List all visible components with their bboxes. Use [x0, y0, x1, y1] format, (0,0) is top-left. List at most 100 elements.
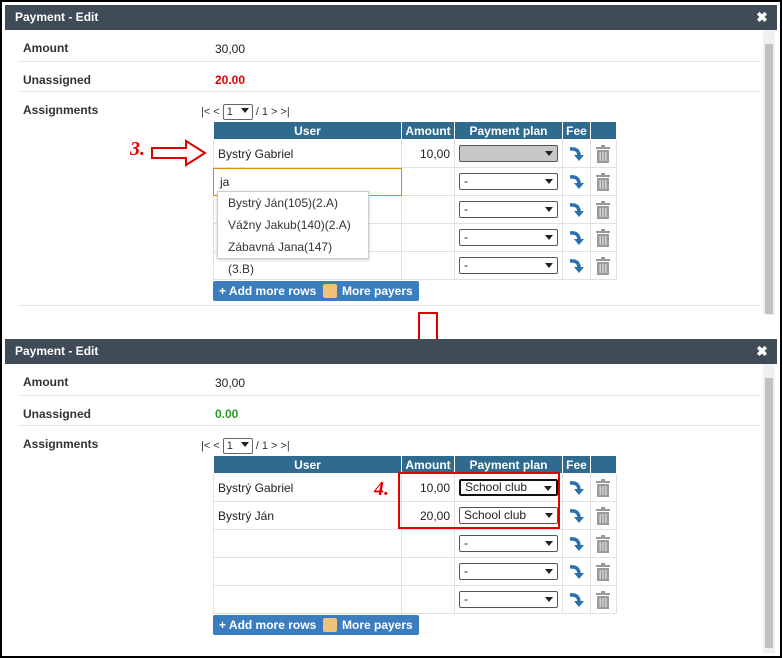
col-user: User	[213, 121, 402, 140]
user-cell[interactable]: Bystrý Ján	[213, 501, 402, 530]
autocomplete-item[interactable]: Zábavná Jana(147)(3.B)	[218, 236, 368, 276]
payment-plan-value: -	[464, 592, 468, 606]
amount-cell[interactable]: 10,00	[401, 139, 455, 168]
user-cell[interactable]	[213, 585, 402, 614]
curved-arrow-icon[interactable]	[567, 173, 585, 191]
curved-arrow-icon[interactable]	[567, 479, 585, 497]
col-amount: Amount	[401, 121, 455, 140]
payment-plan-value: -	[464, 230, 468, 244]
curved-arrow-icon[interactable]	[567, 507, 585, 525]
scrollbar-thumb[interactable]	[765, 44, 773, 314]
trash-cell	[590, 223, 617, 252]
person-icon	[323, 618, 337, 632]
pager-next[interactable]: >	[271, 106, 277, 118]
payment-plan-value: -	[464, 564, 468, 578]
payment-edit-dialog-1: Payment - Edit ✖ Amount 30,00 Unassigned…	[5, 5, 777, 315]
add-more-rows-button[interactable]: + Add more rows	[213, 615, 323, 635]
trash-cell	[590, 585, 617, 614]
amount-cell[interactable]	[401, 251, 455, 280]
trash-icon[interactable]	[595, 172, 611, 191]
right-arrow-icon	[151, 139, 207, 167]
col-payment-plan: Payment plan	[454, 121, 563, 140]
page-select-value: 1	[226, 106, 233, 118]
curved-arrow-icon[interactable]	[567, 257, 585, 275]
pager-next[interactable]: >	[271, 440, 277, 452]
plan-cell: -	[454, 557, 563, 586]
scrollbar[interactable]	[763, 30, 775, 315]
payment-plan-select[interactable]: -	[459, 229, 558, 246]
payment-plan-select[interactable]: -	[459, 563, 558, 580]
amount-cell[interactable]	[401, 529, 455, 558]
more-payers-button[interactable]: More payers	[317, 281, 419, 301]
fee-cell	[562, 529, 591, 558]
trash-icon[interactable]	[595, 144, 611, 163]
unassigned-row: Unassigned 0.00	[18, 396, 761, 426]
pager-last[interactable]: >|	[280, 440, 289, 452]
trash-icon[interactable]	[595, 478, 611, 497]
payment-plan-select[interactable]: -	[459, 591, 558, 608]
page-select[interactable]: 1	[222, 438, 253, 454]
trash-icon[interactable]	[595, 562, 611, 581]
user-cell[interactable]	[213, 557, 402, 586]
pager-of: / 1	[255, 106, 268, 118]
curved-arrow-icon[interactable]	[567, 201, 585, 219]
autocomplete-item[interactable]: Vážny Jakub(140)(2.A)	[218, 214, 368, 236]
pager: |< < 1 / 1 > >|	[201, 104, 290, 120]
close-icon[interactable]: ✖	[756, 10, 768, 24]
payment-plan-select[interactable]: -	[459, 257, 558, 274]
chevron-down-icon	[240, 442, 249, 447]
trash-icon[interactable]	[595, 534, 611, 553]
trash-icon[interactable]	[595, 200, 611, 219]
add-more-rows-button[interactable]: + Add more rows	[213, 281, 323, 301]
col-delete	[590, 455, 617, 474]
autocomplete-item[interactable]: Bystrý Ján(105)(2.A)	[218, 192, 368, 214]
trash-cell	[590, 139, 617, 168]
pager-first[interactable]: |<	[201, 106, 210, 118]
curved-arrow-icon[interactable]	[567, 229, 585, 247]
amount-cell[interactable]	[401, 585, 455, 614]
trash-icon[interactable]	[595, 228, 611, 247]
unassigned-label: Unassigned	[23, 73, 92, 87]
amount-cell[interactable]	[401, 223, 455, 252]
trash-cell	[590, 501, 617, 530]
payment-plan-select[interactable]: -	[459, 173, 558, 190]
unassigned-label: Unassigned	[23, 407, 92, 421]
fee-cell	[562, 557, 591, 586]
scrollbar[interactable]	[763, 364, 775, 653]
page-select[interactable]: 1	[222, 104, 253, 120]
trash-icon[interactable]	[595, 590, 611, 609]
scrollbar-thumb[interactable]	[765, 378, 773, 648]
more-payers-button[interactable]: More payers	[317, 615, 419, 635]
payment-plan-select[interactable]	[459, 145, 558, 162]
assignments-label: Assignments	[23, 103, 99, 117]
curved-arrow-icon[interactable]	[567, 591, 585, 609]
pager-last[interactable]: >|	[280, 106, 289, 118]
trash-icon[interactable]	[595, 256, 611, 275]
user-cell[interactable]	[213, 529, 402, 558]
amount-cell[interactable]	[401, 167, 455, 196]
curved-arrow-icon[interactable]	[567, 563, 585, 581]
trash-icon[interactable]	[595, 506, 611, 525]
user-cell[interactable]: Bystrý Gabriel	[213, 139, 402, 168]
col-amount: Amount	[401, 455, 455, 474]
pager-first[interactable]: |<	[201, 440, 210, 452]
table-row: Bystrý Gabriel 10,00	[213, 139, 617, 168]
col-payment-plan: Payment plan	[454, 455, 563, 474]
assignments-label: Assignments	[23, 437, 99, 451]
curved-arrow-icon[interactable]	[567, 145, 585, 163]
amount-cell[interactable]	[401, 195, 455, 224]
pager-prev[interactable]: <	[213, 106, 219, 118]
curved-arrow-icon[interactable]	[567, 535, 585, 553]
payment-plan-select[interactable]: -	[459, 535, 558, 552]
chevron-down-icon	[545, 263, 553, 268]
pager-prev[interactable]: <	[213, 440, 219, 452]
payment-plan-value: -	[464, 258, 468, 272]
table-header-row: User Amount Payment plan Fee	[213, 121, 617, 140]
close-icon[interactable]: ✖	[756, 344, 768, 358]
plan-cell: -	[454, 585, 563, 614]
amount-cell[interactable]	[401, 557, 455, 586]
chevron-down-icon	[545, 541, 553, 546]
fee-cell	[562, 585, 591, 614]
plan-cell: -	[454, 223, 563, 252]
payment-plan-select[interactable]: -	[459, 201, 558, 218]
